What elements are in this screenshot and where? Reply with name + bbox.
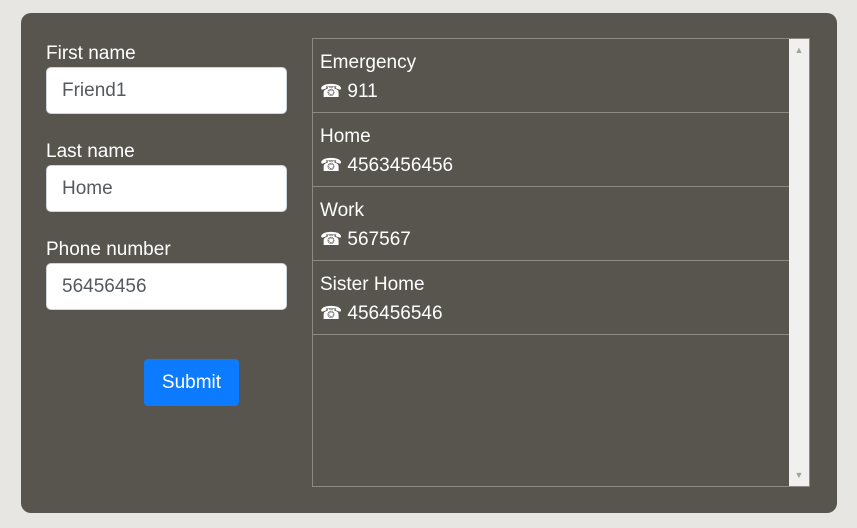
contact-phone: ☎ 567567 xyxy=(320,225,783,254)
contact-phone: ☎ 911 xyxy=(320,77,783,106)
contact-phone-number: 456456546 xyxy=(347,303,443,324)
contact-item-work[interactable]: Work ☎ 567567 xyxy=(313,187,790,261)
phone-icon: ☎ xyxy=(320,303,343,324)
phone-icon: ☎ xyxy=(320,81,343,102)
first-name-field[interactable] xyxy=(46,67,287,114)
scroll-down-icon[interactable]: ▼ xyxy=(789,466,809,484)
contact-name: Work xyxy=(320,200,364,221)
contact-item-home[interactable]: Home ☎ 4563456456 xyxy=(313,113,790,187)
contact-form: First name Last name Phone number Submit xyxy=(46,41,287,406)
last-name-label: Last name xyxy=(46,141,135,162)
vertical-scrollbar[interactable]: ▲ ▼ xyxy=(789,39,809,486)
contact-name: Emergency xyxy=(320,52,417,73)
phone-icon: ☎ xyxy=(320,229,343,250)
scroll-up-icon[interactable]: ▲ xyxy=(789,41,809,59)
contact-list-box[interactable]: Emergency ☎ 911 Home ☎ 4563456456 Work ☎ 56… xyxy=(312,38,810,487)
phone-number-field[interactable] xyxy=(46,263,287,310)
contact-item-sister-home[interactable]: Sister Home ☎ 456456546 xyxy=(313,261,790,335)
contact-name: Sister Home xyxy=(320,274,425,295)
contact-manager-panel: First name Last name Phone number Submit… xyxy=(21,13,837,513)
submit-button[interactable]: Submit xyxy=(144,359,239,406)
phone-icon: ☎ xyxy=(320,155,343,176)
contact-phone-number: 567567 xyxy=(347,229,411,250)
contact-phone-number: 911 xyxy=(347,81,378,102)
contact-phone-number: 4563456456 xyxy=(347,155,454,176)
contact-item-emergency[interactable]: Emergency ☎ 911 xyxy=(313,39,790,113)
contact-phone: ☎ 456456546 xyxy=(320,299,783,328)
contact-name: Home xyxy=(320,126,371,147)
last-name-field[interactable] xyxy=(46,165,287,212)
contact-phone: ☎ 4563456456 xyxy=(320,151,783,180)
first-name-label: First name xyxy=(46,43,136,64)
contact-list: Emergency ☎ 911 Home ☎ 4563456456 Work ☎ 56… xyxy=(313,39,790,335)
phone-number-label: Phone number xyxy=(46,239,171,260)
